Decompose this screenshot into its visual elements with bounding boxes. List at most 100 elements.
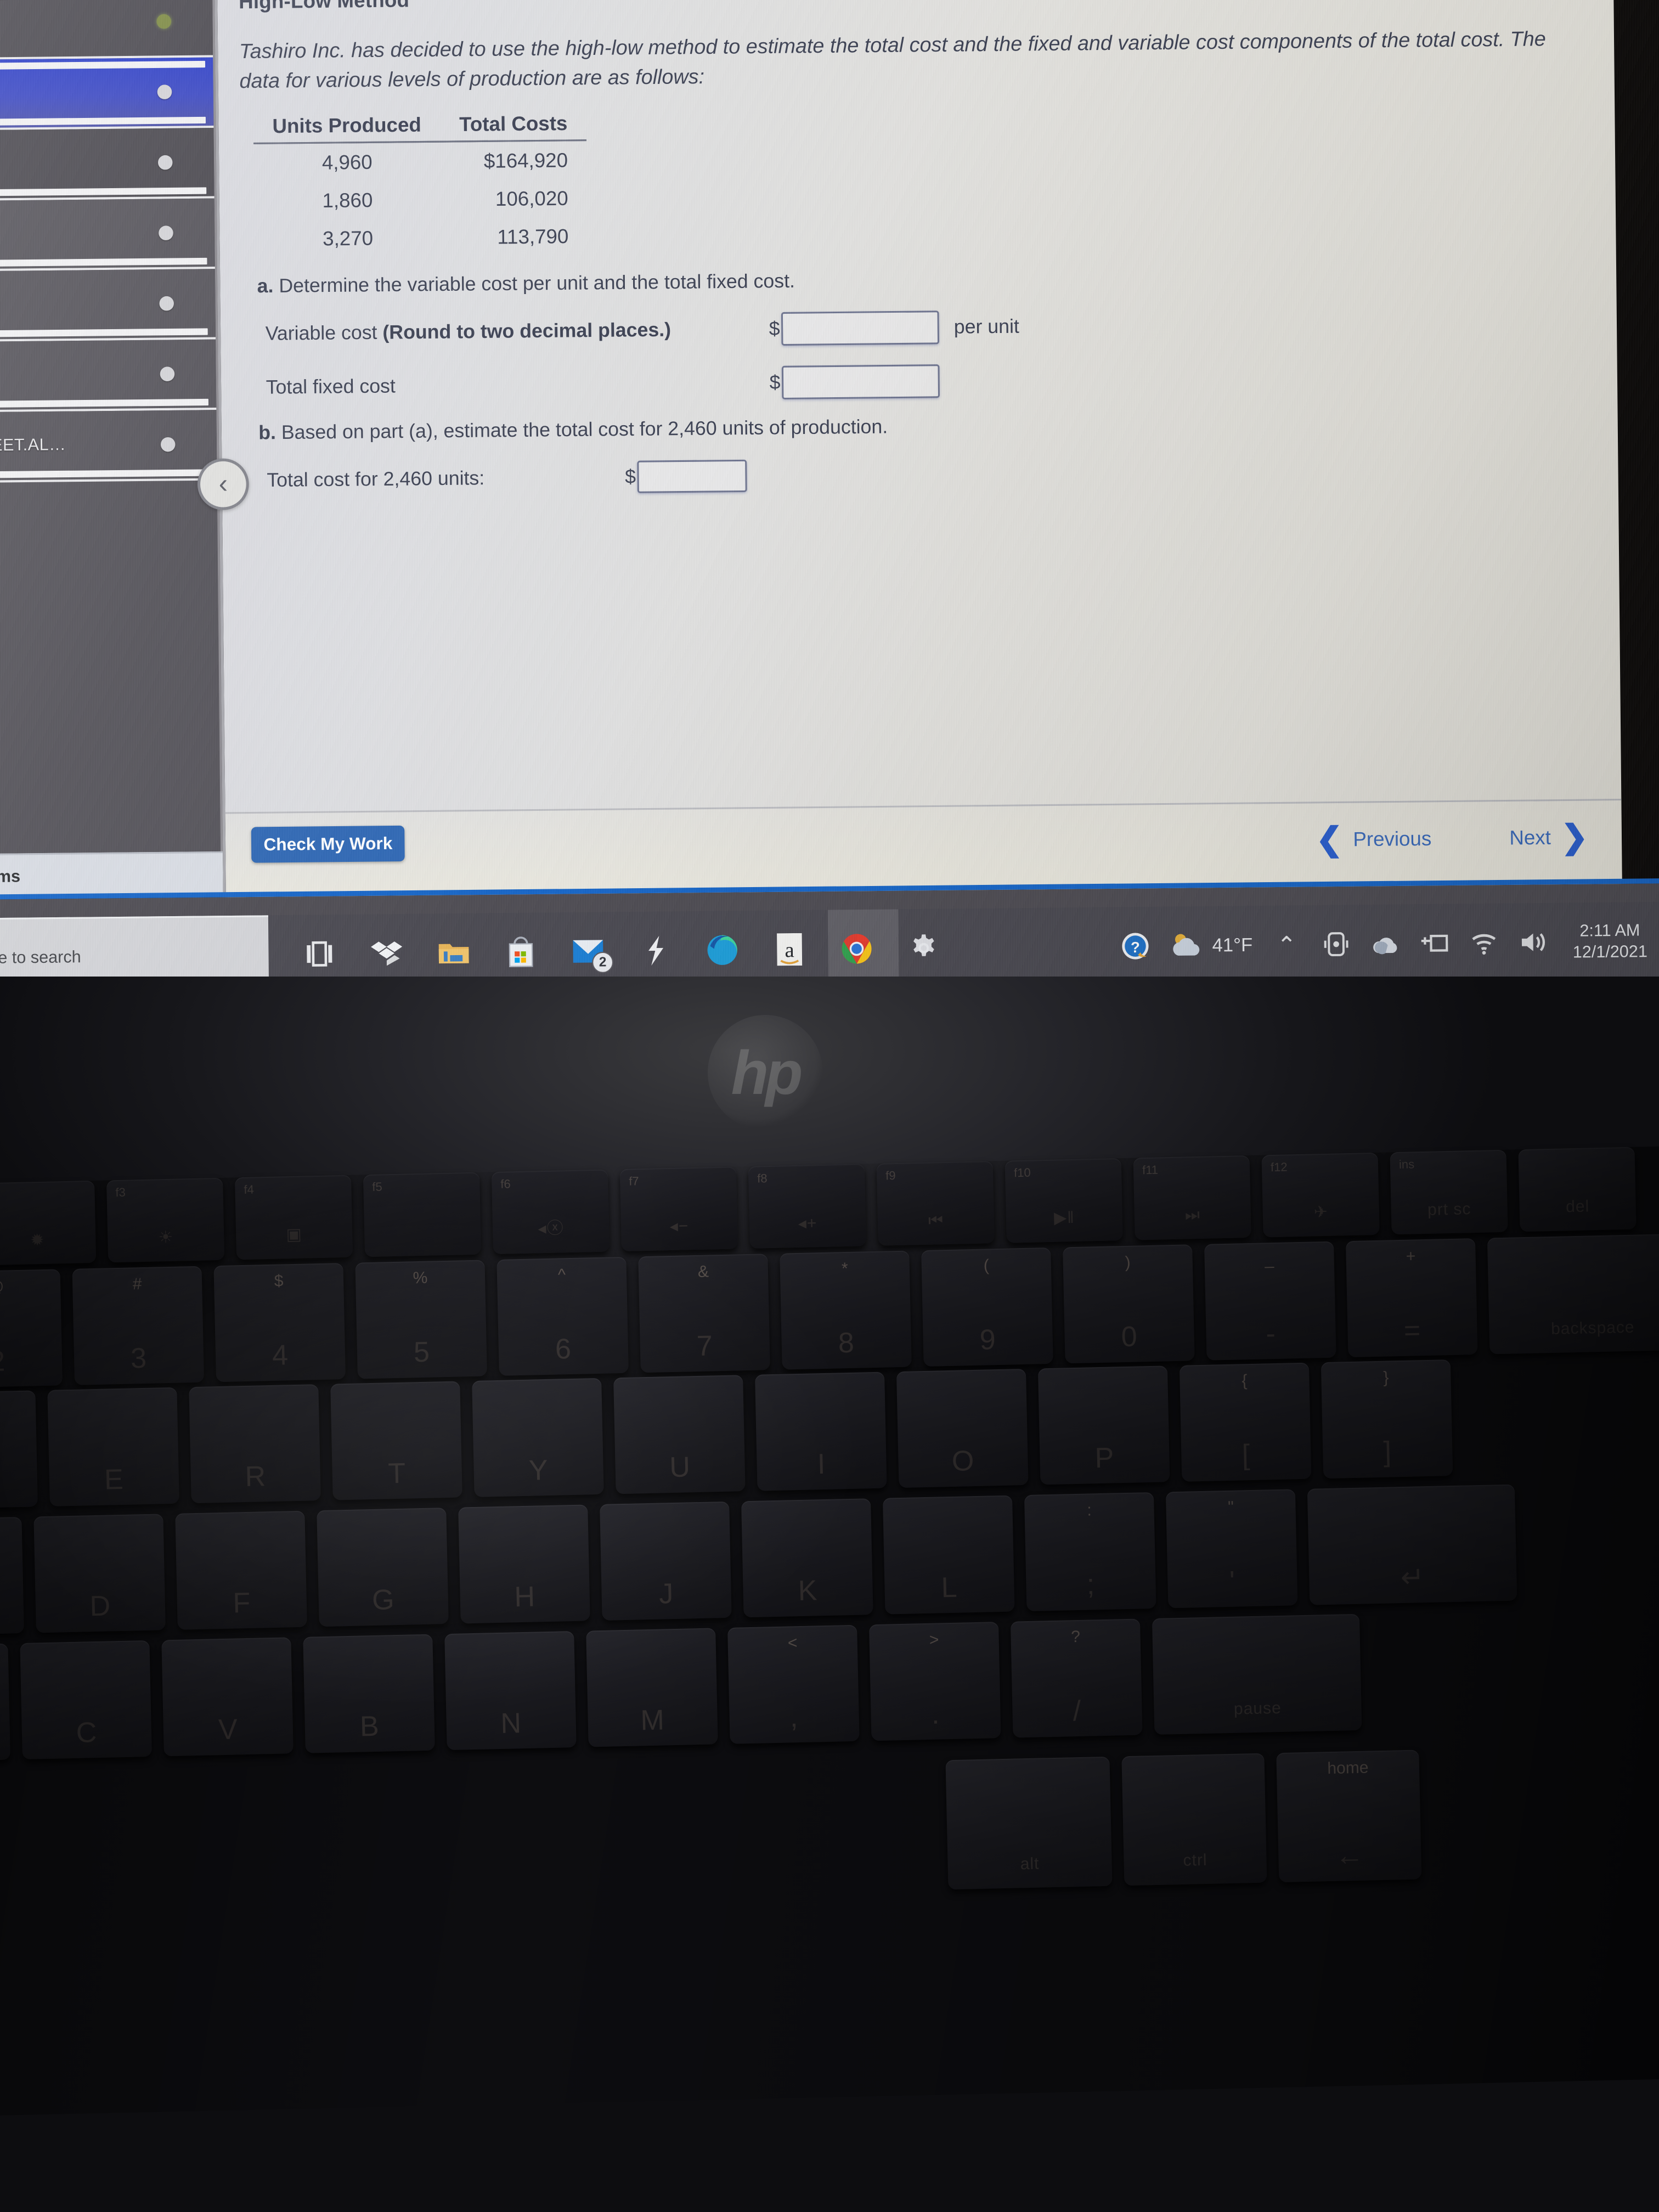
key-f2[interactable]: f2✹: [0, 1180, 97, 1266]
key-t[interactable]: T: [330, 1381, 462, 1500]
key-4[interactable]: $4: [213, 1263, 346, 1383]
total-cost-input[interactable]: [637, 459, 748, 493]
key-3[interactable]: #3: [72, 1266, 205, 1385]
network-plug-icon[interactable]: [1419, 928, 1450, 959]
google-chrome-icon[interactable]: [839, 932, 874, 967]
key--[interactable]: " ': [1165, 1489, 1298, 1609]
volume-speaker-icon[interactable]: [1517, 927, 1548, 958]
key--[interactable]: }]: [1321, 1359, 1453, 1479]
list-item-ksheet[interactable]: KSHEET.AL…: [0, 410, 217, 483]
status-dot-icon: [159, 296, 174, 311]
dropbox-icon[interactable]: [369, 936, 404, 971]
key-f7[interactable]: f7 ◂−: [619, 1166, 738, 1251]
key-f4[interactable]: f4 ▣: [234, 1175, 353, 1260]
key-h[interactable]: H: [458, 1504, 590, 1624]
key-e[interactable]: E: [47, 1387, 179, 1506]
key-f9[interactable]: f9 ⏮: [876, 1161, 995, 1246]
key-m[interactable]: M: [586, 1628, 718, 1747]
key-d[interactable]: D: [33, 1514, 166, 1633]
amazon-icon[interactable]: a: [772, 932, 807, 967]
next-button[interactable]: Next ❯: [1509, 819, 1588, 855]
key-f6[interactable]: f6 ◂ⓧ: [491, 1169, 610, 1255]
microsoft-edge-icon[interactable]: [705, 933, 740, 968]
collapse-panel-button[interactable]: ‹: [197, 458, 250, 511]
mail-icon[interactable]: 2: [571, 934, 614, 973]
total-fixed-cost-input[interactable]: [782, 364, 940, 400]
key-9[interactable]: (9: [921, 1247, 1053, 1367]
clock[interactable]: 2:11 AM 12/1/2021: [1567, 919, 1653, 963]
key-del[interactable]: del: [1518, 1147, 1637, 1232]
microsoft-store-icon[interactable]: [504, 934, 539, 969]
key-ctrl[interactable]: ctrl: [1121, 1753, 1267, 1886]
key--[interactable]: :;: [1024, 1492, 1156, 1611]
show-hidden-icons-chevron-icon[interactable]: ⌃: [1272, 929, 1302, 960]
key-l[interactable]: L: [882, 1495, 1015, 1615]
key-k[interactable]: K: [741, 1498, 873, 1618]
variable-cost-input[interactable]: [781, 311, 940, 346]
list-item[interactable]: [0, 57, 214, 131]
settings-gear-icon[interactable]: [906, 930, 941, 966]
key--[interactable]: >.: [869, 1622, 1001, 1741]
key-6[interactable]: ^ 6: [496, 1256, 629, 1376]
key-g[interactable]: G: [317, 1508, 449, 1627]
key--[interactable]: + =: [1345, 1238, 1478, 1358]
key-f10[interactable]: f10 ▶‖: [1005, 1158, 1123, 1243]
downloads-panel[interactable]: KSHEET.AL…: [0, 0, 223, 854]
row-bar: [0, 257, 207, 267]
list-item[interactable]: [0, 339, 217, 413]
key--[interactable]: <,: [727, 1624, 860, 1744]
key-y[interactable]: Y: [472, 1378, 604, 1497]
key-8[interactable]: * 8: [780, 1250, 912, 1370]
key-f5[interactable]: f5: [363, 1172, 482, 1257]
list-item[interactable]: [0, 269, 216, 342]
key-j[interactable]: J: [600, 1501, 732, 1621]
onedrive-cloud-icon[interactable]: [1370, 928, 1401, 959]
key-ins[interactable]: ins prt sc: [1390, 1149, 1508, 1235]
key-fn-label: f11: [1142, 1163, 1159, 1177]
key-v[interactable]: V: [161, 1637, 294, 1757]
key-f11[interactable]: f11 ⏭: [1133, 1155, 1251, 1240]
keyboard[interactable]: f2✹ f3 ☀ f4 ▣ f5 f6 ◂ⓧ f7 ◂− f8 ◂+ f9 ⏮ f10 ▶‖ f11 ⏭ f12 ✈ i…: [0, 1145, 1659, 2116]
file-explorer-icon[interactable]: [436, 935, 471, 970]
key--[interactable]: home ←: [1276, 1750, 1422, 1883]
key-n[interactable]: N: [444, 1631, 577, 1751]
key-u[interactable]: U: [613, 1375, 746, 1494]
key-x[interactable]: X: [0, 1643, 11, 1763]
key-b[interactable]: B: [303, 1634, 435, 1753]
weather-widget[interactable]: 41°F: [1170, 930, 1253, 961]
key-f[interactable]: F: [175, 1510, 307, 1630]
key-alt[interactable]: alt: [945, 1756, 1113, 1890]
help-circle-icon[interactable]: ?: [1120, 931, 1151, 962]
lightning-app-icon[interactable]: [637, 933, 673, 968]
key-f3[interactable]: f3 ☀: [106, 1177, 225, 1263]
wifi-icon[interactable]: [1469, 928, 1499, 958]
key-0[interactable]: ) 0: [1063, 1244, 1195, 1364]
key-c[interactable]: C: [20, 1640, 152, 1759]
key-label: 0: [1121, 1321, 1138, 1353]
task-view-icon[interactable]: [302, 936, 337, 972]
previous-button[interactable]: ❮ Previous: [1316, 821, 1431, 858]
list-item[interactable]: [0, 128, 215, 201]
key--[interactable]: {[: [1179, 1362, 1312, 1482]
key--[interactable]: _ -: [1204, 1241, 1336, 1361]
list-item[interactable]: [0, 0, 213, 60]
key-r[interactable]: R: [189, 1384, 321, 1504]
key-i[interactable]: I: [755, 1372, 887, 1491]
key-backspace[interactable]: backspace: [1487, 1233, 1659, 1355]
key-5[interactable]: % 5: [355, 1260, 487, 1379]
key--[interactable]: ↵: [1307, 1484, 1517, 1605]
bluetooth-devices-icon[interactable]: [1321, 929, 1351, 960]
key-o[interactable]: O: [896, 1368, 1029, 1488]
check-my-work-button[interactable]: Check My Work: [251, 825, 405, 863]
key-glyph: [423, 1242, 424, 1256]
key-2[interactable]: @2: [0, 1269, 63, 1389]
key-f8[interactable]: f8 ◂+: [748, 1164, 866, 1249]
key-7[interactable]: & 7: [638, 1254, 770, 1373]
key-w[interactable]: W: [0, 1390, 38, 1510]
key-f12[interactable]: f12 ✈: [1261, 1152, 1380, 1238]
list-item[interactable]: [0, 198, 215, 272]
key-s[interactable]: S: [0, 1516, 24, 1637]
key-pause[interactable]: pause: [1152, 1613, 1362, 1735]
key-p[interactable]: P: [1037, 1365, 1170, 1485]
key--[interactable]: ? /: [1010, 1618, 1143, 1738]
